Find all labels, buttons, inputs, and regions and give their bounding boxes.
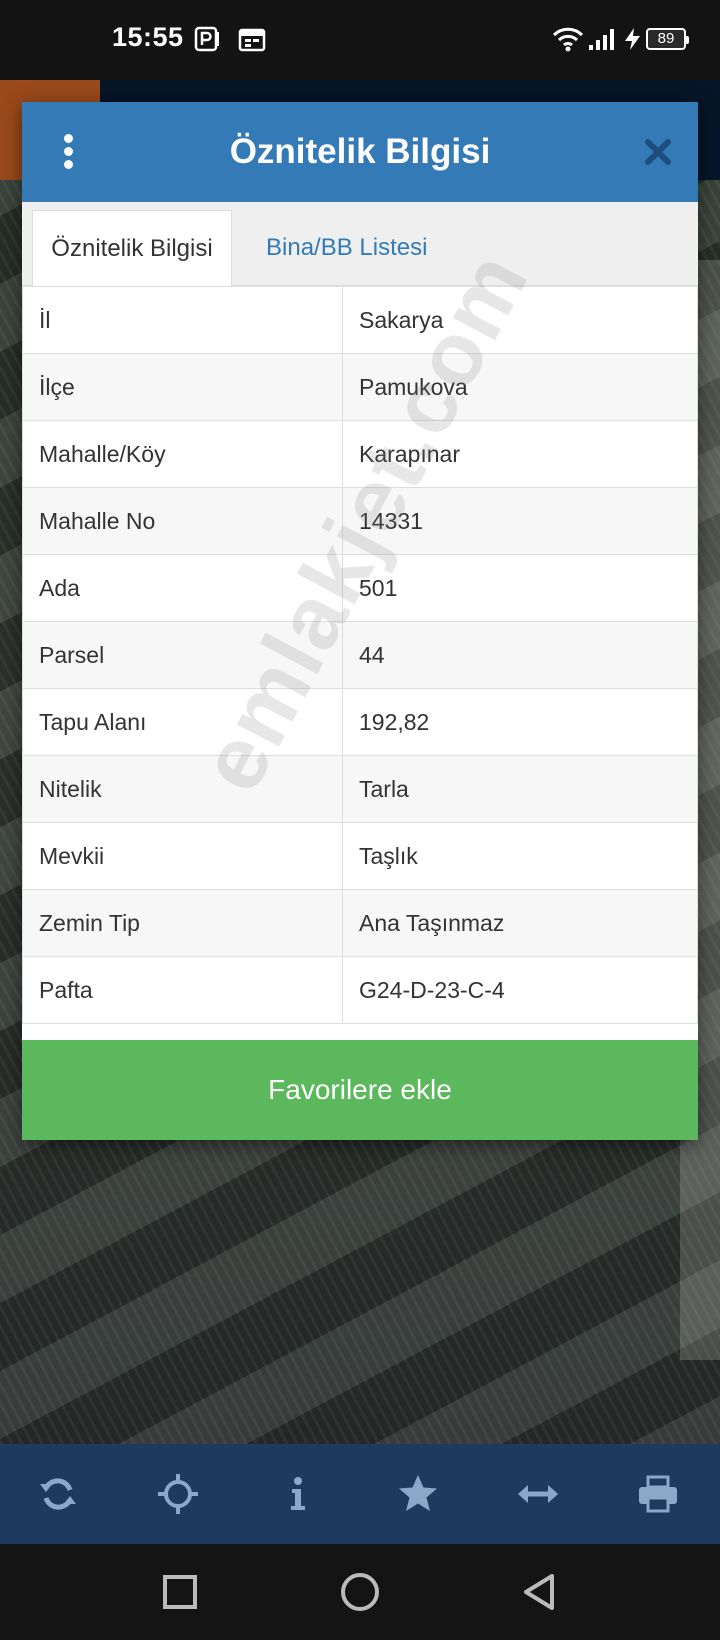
status-bar: 15:55 89 xyxy=(0,0,720,80)
table-row: Mahalle No 14331 xyxy=(22,487,698,555)
add-favorite-button[interactable]: Favorilere ekle xyxy=(22,1040,698,1140)
home-circle-icon[interactable] xyxy=(336,1568,384,1616)
row-key: Mevkii xyxy=(22,822,343,890)
row-value: 44 xyxy=(342,621,698,689)
row-key: İlçe xyxy=(22,353,343,421)
more-vert-icon-dot xyxy=(63,147,73,156)
more-vert-icon-dot xyxy=(63,160,73,169)
row-key: Parsel xyxy=(22,621,343,689)
status-time: 15:55 xyxy=(112,22,184,52)
table-row: İlçe Pamukova xyxy=(22,353,698,421)
row-value: G24-D-23-C-4 xyxy=(342,956,698,1024)
table-row: Nitelik Tarla xyxy=(22,755,698,823)
row-key: Nitelik xyxy=(22,755,343,823)
row-value: 501 xyxy=(342,554,698,622)
table-row: Parsel 44 xyxy=(22,621,698,689)
close-icon[interactable] xyxy=(642,136,674,168)
tab-bar: Öznitelik Bilgisi Bina/BB Listesi xyxy=(22,202,698,286)
table-row: Mahalle/Köy Karapınar xyxy=(22,420,698,488)
row-value: Karapınar xyxy=(342,420,698,488)
recents-square-icon[interactable] xyxy=(156,1568,204,1616)
more-menu-button[interactable] xyxy=(58,134,78,174)
row-value: Ana Taşınmaz xyxy=(342,889,698,957)
charging-icon xyxy=(625,28,640,50)
row-value: Taşlık xyxy=(342,822,698,890)
row-key: Tapu Alanı xyxy=(22,688,343,756)
tab-attribute-info[interactable]: Öznitelik Bilgisi xyxy=(32,210,232,286)
signal-icon xyxy=(589,29,614,50)
row-value: 192,82 xyxy=(342,688,698,756)
row-value: Tarla xyxy=(342,755,698,823)
row-value: 14331 xyxy=(342,487,698,555)
parking-app-icon xyxy=(194,26,219,52)
wifi-icon xyxy=(552,27,584,52)
row-key: Mahalle/Köy xyxy=(22,420,343,488)
refresh-icon[interactable] xyxy=(36,1472,80,1516)
row-value: Sakarya xyxy=(342,286,698,354)
table-row: Mevkii Taşlık xyxy=(22,822,698,890)
crosshair-icon[interactable] xyxy=(156,1472,200,1516)
map-toolbar xyxy=(0,1444,720,1544)
tab-building-list[interactable]: Bina/BB Listesi xyxy=(248,210,445,286)
table-row: Zemin Tip Ana Taşınmaz xyxy=(22,889,698,957)
star-icon[interactable] xyxy=(396,1472,440,1516)
calendar-icon xyxy=(238,28,266,52)
dialog-header: Öznitelik Bilgisi xyxy=(22,102,698,202)
table-row: Pafta G24-D-23-C-4 xyxy=(22,956,698,1024)
table-row: İl Sakarya xyxy=(22,286,698,354)
row-key: Pafta xyxy=(22,956,343,1024)
row-key: İl xyxy=(22,286,343,354)
row-key: Mahalle No xyxy=(22,487,343,555)
row-key: Zemin Tip xyxy=(22,889,343,957)
row-key: Ada xyxy=(22,554,343,622)
back-triangle-icon[interactable] xyxy=(516,1568,564,1616)
table-row: Ada 501 xyxy=(22,554,698,622)
measure-icon[interactable] xyxy=(516,1472,560,1516)
table-row: Tapu Alanı 192,82 xyxy=(22,688,698,756)
dialog-title: Öznitelik Bilgisi xyxy=(229,132,491,171)
battery-indicator: 89 xyxy=(646,28,689,50)
system-nav-bar xyxy=(0,1544,720,1640)
info-icon[interactable] xyxy=(276,1472,320,1516)
attribute-table: İl Sakarya İlçe Pamukova Mahalle/Köy Karapı… xyxy=(22,286,698,1024)
print-icon[interactable] xyxy=(636,1472,680,1516)
more-vert-icon xyxy=(63,134,73,143)
attribute-dialog: Öznitelik Bilgisi Öznitelik Bilgisi Bina… xyxy=(22,102,698,1140)
row-value: Pamukova xyxy=(342,353,698,421)
